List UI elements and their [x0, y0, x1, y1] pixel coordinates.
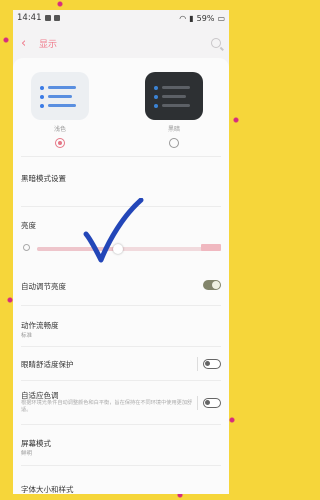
divider [21, 465, 221, 466]
adaptive-color-desc: 根据环境光条件自动调整颜色和白平衡，旨在保持在不同环境中使用更加舒适。 [21, 400, 193, 413]
auto-brightness-toggle[interactable] [203, 280, 221, 290]
light-theme-preview[interactable] [31, 72, 89, 120]
eye-comfort-toggle[interactable] [203, 359, 221, 369]
adaptive-color-toggle[interactable] [203, 398, 221, 408]
screen-mode-label[interactable]: 屏幕模式 [21, 438, 51, 449]
divider [21, 305, 221, 306]
preview-line [162, 104, 190, 107]
vertical-divider [197, 357, 198, 371]
dark-mode-settings[interactable]: 黑暗模式设置 [21, 173, 66, 184]
status-time: 14:41 [17, 13, 42, 23]
signal-icon: ▮ [189, 13, 194, 23]
message-icon [53, 15, 60, 21]
divider [21, 380, 221, 381]
status-bar: 14:41 ◠ ▮ 59% ▭ [13, 10, 229, 26]
font-size-style-label[interactable]: 字体大小和样式 [21, 484, 74, 494]
preview-dot [154, 95, 158, 99]
dark-theme-radio[interactable] [169, 138, 179, 148]
auto-brightness-label: 自动调节亮度 [21, 282, 66, 291]
checkmark-stroke [83, 198, 144, 263]
light-theme-label: 浅色 [53, 126, 66, 133]
dark-theme-label: 黑暗 [167, 126, 180, 133]
back-arrow-icon[interactable]: ‹ [21, 36, 35, 51]
brightness-low-icon [23, 244, 30, 251]
preview-line [162, 95, 186, 98]
vertical-divider [197, 396, 198, 410]
motion-smoothness-value: 标准 [21, 333, 33, 339]
eye-comfort-label[interactable]: 眼睛舒适度保护 [21, 359, 74, 370]
battery-level: 59% [196, 13, 215, 23]
divider [21, 346, 221, 347]
header-bar: ‹ 显示 [13, 26, 229, 60]
wifi-icon: ◠ [179, 13, 187, 23]
light-theme-radio[interactable] [55, 138, 65, 148]
divider [21, 424, 221, 425]
preview-dot [154, 86, 158, 90]
preview-dot [40, 104, 44, 108]
notification-icon [44, 15, 51, 21]
screen-mode-value: 鲜明 [21, 451, 33, 457]
preview-dot [154, 104, 158, 108]
motion-smoothness-label[interactable]: 动作流畅度 [21, 320, 59, 331]
battery-icon: ▭ [217, 13, 225, 23]
settings-card: 浅色 黑暗 黑暗模式设置 亮度 自动调节亮度 动作流畅度 标准 眼睛舒适度保护 … [13, 58, 229, 494]
preview-dot [40, 86, 44, 90]
page-title: 显示 [39, 39, 58, 50]
phone-screen: 14:41 ◠ ▮ 59% ▭ ‹ 显示 浅色 黑暗 黑暗模式设置 亮度 自动调… [13, 10, 229, 494]
preview-line [48, 104, 76, 107]
checkmark-annotation [83, 198, 144, 263]
brightness-high-icon [201, 244, 221, 251]
preview-line [162, 86, 190, 89]
brightness-label: 亮度 [21, 221, 36, 230]
search-icon[interactable] [211, 38, 221, 48]
preview-dot [40, 95, 44, 99]
dark-theme-preview[interactable] [145, 72, 203, 120]
preview-line [48, 95, 72, 98]
preview-line [48, 86, 76, 89]
divider [21, 156, 221, 157]
